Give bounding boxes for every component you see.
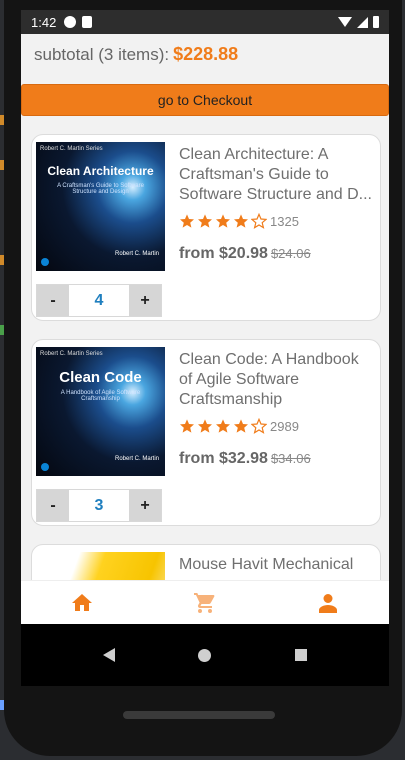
item-price: from $20.98 $24.06 [179, 245, 311, 263]
quantity-value: 4 [69, 285, 129, 316]
star-filled-icon [234, 419, 248, 433]
subtotal-value: $228.88 [173, 44, 239, 64]
tab-profile[interactable] [266, 581, 389, 624]
system-navigation [21, 624, 389, 686]
increase-button[interactable]: + [129, 490, 161, 521]
item-title[interactable]: Clean Code: A Handbook of Agile Software… [179, 350, 375, 410]
subtotal: subtotal (3 items): $228.88 [34, 44, 238, 65]
sd-card-icon [82, 16, 93, 28]
cover-author: Robert C. Martin [114, 251, 159, 257]
bottom-nav [21, 580, 389, 624]
star-outline-icon [251, 418, 267, 434]
status-bar: 1:42 [21, 10, 389, 34]
item-price: from $32.98 $34.06 [179, 450, 311, 468]
home-icon [72, 593, 93, 611]
decrease-button[interactable]: - [37, 490, 69, 521]
tab-cart[interactable] [144, 581, 267, 624]
item-title[interactable]: Clean Architecture: A Craftsman's Guide … [179, 145, 375, 205]
quantity-stepper: - 3 + [36, 489, 162, 522]
old-price: $34.06 [270, 451, 311, 466]
cover-series: Robert C. Martin Series [40, 146, 103, 152]
rating: 2989 [179, 418, 299, 434]
home-indicator [123, 711, 275, 719]
star-filled-icon [180, 214, 194, 228]
book-cover-image: Robert C. Martin Series Clean Architectu… [36, 142, 165, 271]
star-filled-icon [180, 419, 194, 433]
star-outline-icon [251, 213, 267, 229]
notification-icon [64, 16, 77, 28]
star-filled-icon [198, 214, 212, 228]
wifi-icon [338, 17, 352, 27]
current-price: from $20.98 [179, 245, 268, 262]
profile-icon [318, 593, 337, 613]
cover-subtitle: A Handbook of Agile Software Craftsmansh… [60, 390, 141, 402]
battery-icon [373, 16, 379, 28]
cover-subtitle: A Craftsman's Guide to Software Structur… [57, 183, 144, 195]
old-price: $24.06 [270, 246, 311, 261]
rating: 1325 [179, 213, 299, 229]
star-filled-icon [216, 214, 230, 228]
decrease-button[interactable]: - [37, 285, 69, 316]
status-time: 1:42 [31, 14, 57, 30]
review-count: 1325 [270, 213, 299, 229]
book-cover-image: Robert C. Martin Series Clean Code A Han… [36, 347, 165, 476]
checkout-button[interactable]: go to Checkout [21, 84, 389, 116]
item-title[interactable]: Mouse Havit Mechanical [179, 555, 375, 575]
cart-item[interactable]: Robert C. Martin Series Clean Architectu… [31, 134, 381, 321]
quantity-value: 3 [69, 490, 129, 521]
home-button-icon[interactable] [198, 648, 212, 662]
app-screen: 1:42 subtotal (3 items): $228.88 go to Ch… [21, 10, 389, 686]
publisher-logo-icon [41, 258, 49, 266]
publisher-logo-icon [41, 463, 49, 471]
cover-title: Clean Architecture [47, 164, 154, 178]
star-filled-icon [198, 419, 212, 433]
cover-title: Clean Code [59, 369, 142, 386]
back-icon[interactable] [102, 648, 115, 662]
subtotal-label: subtotal (3 items): [34, 45, 170, 64]
star-filled-icon [234, 214, 248, 228]
cart-icon [194, 592, 215, 613]
review-count: 2989 [270, 418, 299, 434]
signal-icon [357, 16, 368, 28]
tab-home[interactable] [21, 581, 144, 624]
cart-item[interactable]: Robert C. Martin Series Clean Code A Han… [31, 339, 381, 526]
phone-frame: 1:42 subtotal (3 items): $228.88 go to Ch… [4, 0, 402, 756]
current-price: from $32.98 [179, 450, 268, 467]
quantity-stepper: - 4 + [36, 284, 162, 317]
recents-icon[interactable] [295, 649, 308, 661]
star-filled-icon [216, 419, 230, 433]
cover-series: Robert C. Martin Series [40, 351, 103, 357]
increase-button[interactable]: + [129, 285, 161, 316]
cover-author: Robert C. Martin [114, 456, 159, 462]
